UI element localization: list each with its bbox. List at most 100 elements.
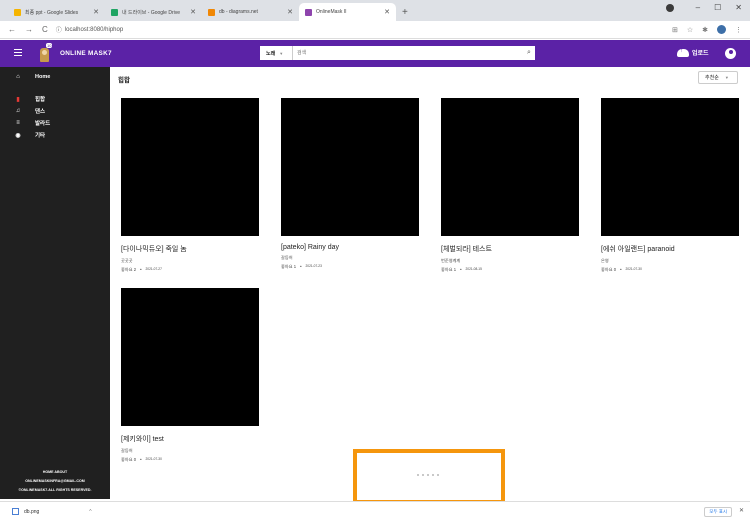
chevron-down-icon: ▼ — [724, 75, 729, 80]
close-tab-icon[interactable]: ✕ — [384, 8, 390, 16]
show-all-button[interactable]: 모두 표시 — [704, 507, 732, 517]
bookmark-star-icon[interactable]: ☆ — [687, 26, 693, 34]
close-tab-icon[interactable]: ✕ — [287, 8, 293, 16]
upload-button[interactable]: 업로드 — [677, 48, 709, 57]
close-window-icon[interactable]: ✕ — [735, 3, 742, 12]
browser-menu-icon[interactable]: ⋮ — [735, 26, 742, 34]
song-thumbnail[interactable] — [601, 98, 739, 236]
account-icon[interactable] — [725, 48, 736, 59]
browser-tab-active[interactable]: OnlineMask II ✕ — [299, 3, 396, 21]
song-meta: 좋아요 1 • 2021-07-23 — [281, 264, 419, 270]
sidebar-item-label: 댄스 — [35, 109, 46, 115]
upload-label: 업로드 — [692, 51, 709, 57]
song-card[interactable]: [체벌되라] 테스트 번준영계계 좋아요 1 • 2021-08-15 — [441, 98, 579, 273]
search-category-value: 노래 — [266, 50, 276, 57]
song-author: 갈등허 — [121, 448, 133, 453]
tab-title: 내 드라이브 - Google Drive — [122, 9, 181, 16]
window-controls: – ☐ ✕ — [665, 3, 742, 12]
sidebar: ⌂ Home ▮ 힙합 ♫ 댄스 ≡ 발라드 ◉ 기타 HOME ABOUT O… — [0, 67, 110, 499]
footer-links[interactable]: HOME ABOUT — [0, 468, 110, 477]
extensions-icon[interactable]: ✱ — [702, 26, 708, 34]
sidebar-item-etc[interactable]: ◉ 기타 — [0, 129, 110, 141]
loading-spinner — [417, 474, 439, 476]
song-card[interactable]: [제키와이] test 갈등허 좋아요 0 • 2021-07-30 — [121, 288, 259, 463]
profile-indicator-icon[interactable] — [665, 4, 674, 12]
meta-separator: • — [140, 457, 142, 462]
url-text: localhost:8080/hiphop — [64, 26, 124, 33]
browser-tab[interactable]: 내 드라이브 - Google Drive ✕ — [105, 3, 202, 21]
upload-date: 2021-07-27 — [145, 267, 162, 271]
sidebar-item-dance[interactable]: ♫ 댄스 — [0, 105, 110, 117]
sort-select[interactable]: 추천순 ▼ — [698, 71, 738, 84]
loading-dot — [427, 474, 429, 476]
song-meta: 좋아요 2 • 2021-07-27 — [121, 267, 259, 273]
song-meta: 좋아요 0 • 2021-07-30 — [601, 267, 739, 273]
chevron-up-icon[interactable]: ^ — [89, 509, 91, 515]
search-input[interactable] — [293, 46, 533, 60]
upload-date: 2021-07-23 — [305, 264, 322, 268]
sidebar-item-label: 발라드 — [35, 121, 51, 127]
sidebar-footer: HOME ABOUT ONLINEMASKINFRA@GMAIL.COM ©ON… — [0, 468, 110, 495]
tab-title: 최종 ppt - Google Slides — [25, 9, 79, 16]
song-meta: 좋아요 1 • 2021-08-15 — [441, 267, 579, 273]
profile-avatar-icon[interactable] — [717, 25, 726, 34]
browser-tab[interactable]: db - diagrams.net ✕ — [202, 3, 299, 21]
song-thumbnail[interactable] — [121, 288, 259, 426]
sort-value: 추천순 — [705, 75, 719, 81]
info-icon[interactable]: ⓘ — [56, 25, 62, 34]
brand-name[interactable]: ONLINE MASK7 — [60, 50, 112, 57]
sidebar-item-home[interactable]: ⌂ Home — [0, 69, 110, 84]
maximize-icon[interactable]: ☐ — [714, 3, 721, 12]
home-icon: ⌂ — [16, 73, 20, 80]
translate-icon[interactable]: ⊞ — [672, 26, 678, 34]
slides-favicon-icon — [14, 8, 21, 16]
cloud-upload-icon — [677, 48, 689, 57]
tab-title: db - diagrams.net — [219, 9, 258, 15]
forward-icon[interactable]: → — [25, 25, 33, 34]
like-count: 좋아요 0 — [601, 267, 617, 272]
compass-icon: ◉ — [15, 132, 21, 139]
logo-character-icon — [40, 48, 49, 62]
onlinemask-favicon-icon — [305, 8, 312, 16]
song-title[interactable]: [에쉬 아일랜드] paranoid — [601, 244, 739, 254]
song-thumbnail[interactable] — [121, 98, 259, 236]
page-title: 힙합 — [118, 77, 130, 84]
close-tab-icon[interactable]: ✕ — [190, 8, 196, 16]
search-category-select[interactable]: 노래 ▼ — [260, 46, 293, 60]
url-field[interactable]: ⓘ localhost:8080/hiphop — [56, 25, 124, 35]
song-card[interactable]: [다이나믹듀오] 죽일 놈 곳곳곳 좋아요 2 • 2021-07-27 — [121, 98, 259, 273]
song-title[interactable]: [제키와이] test — [121, 434, 259, 444]
song-title[interactable]: [체벌되라] 테스트 — [441, 244, 579, 254]
minimize-icon[interactable]: – — [696, 3, 700, 12]
search-icon[interactable]: ⌕ — [523, 46, 535, 60]
song-card[interactable]: [pateko] Rainy day 갈등허 좋아요 1 • 2021-07-2… — [281, 98, 419, 270]
song-title[interactable]: [pateko] Rainy day — [281, 244, 419, 251]
loading-dot — [422, 474, 424, 476]
song-thumbnail[interactable] — [281, 98, 419, 236]
hamburger-menu-icon[interactable] — [14, 49, 22, 56]
tab-title: OnlineMask II — [316, 9, 347, 15]
download-bar: db.png ^ 모두 표시 ✕ — [0, 501, 750, 521]
app-logo[interactable]: 10 — [36, 43, 54, 63]
upload-date: 2021-08-15 — [465, 267, 482, 271]
close-download-bar-icon[interactable]: ✕ — [739, 507, 744, 514]
sidebar-item-hiphop[interactable]: ▮ 힙합 — [0, 93, 110, 105]
loading-dot — [417, 474, 419, 476]
song-thumbnail[interactable] — [441, 98, 579, 236]
close-tab-icon[interactable]: ✕ — [93, 8, 99, 16]
playlist-icon: ≡ — [16, 120, 20, 126]
meta-separator: • — [300, 264, 302, 269]
download-file-name[interactable]: db.png — [24, 509, 39, 515]
browser-tab[interactable]: 최종 ppt - Google Slides ✕ — [8, 3, 105, 21]
back-icon[interactable]: ← — [8, 25, 16, 34]
song-card[interactable]: [에쉬 아일랜드] paranoid 은영 좋아요 0 • 2021-07-30 — [601, 98, 739, 273]
like-count: 좋아요 2 — [121, 267, 137, 272]
sidebar-item-ballad[interactable]: ≡ 발라드 — [0, 117, 110, 129]
loading-highlight-box — [353, 449, 505, 504]
like-count: 좋아요 1 — [441, 267, 457, 272]
new-tab-button[interactable]: + — [402, 7, 408, 18]
browser-nav: ← → C — [8, 25, 48, 34]
footer-email: ONLINEMASKINFRA@GMAIL.COM — [25, 479, 85, 483]
reload-icon[interactable]: C — [42, 25, 48, 34]
song-title[interactable]: [다이나믹듀오] 죽일 놈 — [121, 244, 259, 254]
